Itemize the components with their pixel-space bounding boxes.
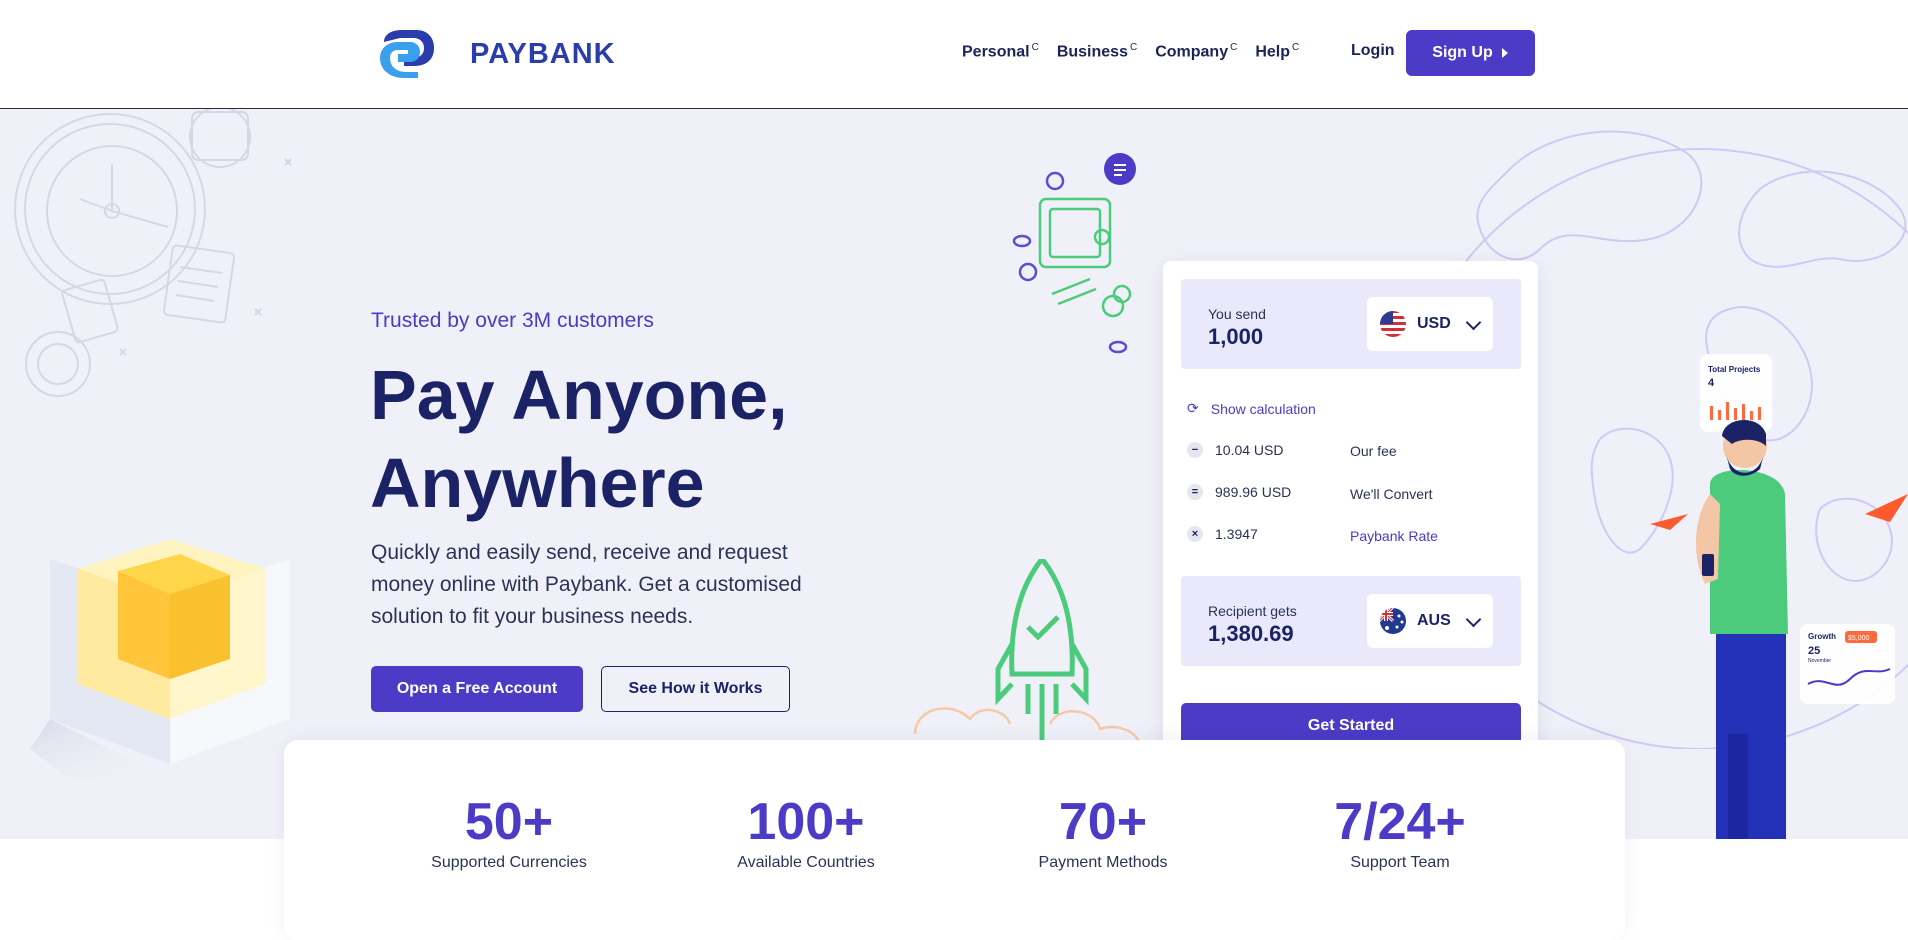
rate-value: 1.3947 <box>1215 526 1258 542</box>
fee-row: − 10.04 USD <box>1187 442 1283 458</box>
nav-label: Company <box>1155 43 1229 61</box>
hero-headline: Pay Anyone, Anywhere <box>370 351 788 527</box>
send-label: You send <box>1208 306 1266 322</box>
stat-supported-currencies: 50+ Supported Currencies <box>389 792 629 872</box>
rate-row: × 1.3947 <box>1187 526 1258 542</box>
receive-label: Recipient gets <box>1208 603 1297 619</box>
trust-eyebrow: Trusted by over 3M customers <box>371 309 654 332</box>
person-illustration: Total Projects 4 Growth 25 November $5,0… <box>1650 354 1908 839</box>
convert-row: = 989.96 USD <box>1187 484 1291 500</box>
chevron-down-icon: C <box>1292 42 1300 53</box>
stat-support-team: 7/24+ Support Team <box>1280 792 1520 872</box>
stat-value: 50+ <box>464 793 554 851</box>
send-currency-code: USD <box>1417 315 1451 332</box>
stat-label: Payment Methods <box>1038 854 1168 871</box>
signup-button[interactable]: Sign Up <box>1406 30 1535 76</box>
send-currency-select[interactable]: USD <box>1367 297 1493 351</box>
chevron-down-icon: C <box>1031 42 1039 53</box>
open-account-button[interactable]: Open a Free Account <box>371 666 583 712</box>
nav-item-company[interactable]: Company C <box>1155 42 1237 61</box>
stat-payment-methods: 70+ Payment Methods <box>983 792 1223 872</box>
send-amount-box: You send 1,000 USD <box>1181 279 1521 369</box>
site-header: PAYBANK Personal C Business C Company C Hel… <box>0 0 1908 109</box>
logo[interactable]: PAYBANK <box>378 28 616 80</box>
clock-illustration <box>14 109 292 397</box>
chevron-down-icon <box>1465 314 1482 331</box>
currency-converter-card: You send 1,000 USD ⟳ Show calculation − … <box>1163 261 1538 768</box>
stat-label: Available Countries <box>737 854 875 871</box>
nav-item-personal[interactable]: Personal C <box>962 42 1039 61</box>
nav-item-business[interactable]: Business C <box>1057 42 1137 61</box>
login-link[interactable]: Login <box>1351 42 1395 60</box>
rate-label: Paybank Rate <box>1350 528 1438 544</box>
brand-name: PAYBANK <box>470 37 616 70</box>
stat-value: 100+ <box>747 793 865 851</box>
nav-label: Help <box>1255 43 1291 61</box>
nav-label: Business <box>1056 43 1128 61</box>
fee-value: 10.04 USD <box>1215 442 1284 458</box>
minus-icon: − <box>1187 442 1203 458</box>
equals-icon: = <box>1187 484 1203 500</box>
receive-currency-select[interactable]: AUS <box>1367 594 1493 648</box>
headline-line-2: Anywhere <box>370 444 705 522</box>
rocket-illustration <box>913 559 1142 749</box>
show-calculation-label: Show calculation <box>1210 400 1316 417</box>
chevron-down-icon: C <box>1129 42 1138 53</box>
stat-value: 70+ <box>1058 793 1148 851</box>
cube-illustration <box>30 519 290 779</box>
send-amount-input[interactable]: 1,000 <box>1208 324 1263 350</box>
receive-amount-value: 1,380.69 <box>1208 621 1294 646</box>
receive-currency-code: AUS <box>1417 612 1451 629</box>
total-projects-title: Total Projects <box>1708 365 1761 374</box>
stats-panel: 50+ Supported Currencies 100+ Available … <box>284 740 1625 940</box>
growth-badge: $5,000 <box>1848 635 1870 642</box>
chevron-down-icon <box>1465 611 1482 628</box>
nav-item-help[interactable]: Help C <box>1255 42 1299 61</box>
chevron-down-icon: C <box>1230 42 1238 53</box>
fee-label: Our fee <box>1350 443 1397 459</box>
growth-month: November <box>1808 658 1831 664</box>
total-projects-value: 4 <box>1708 377 1715 389</box>
stat-value: 7/24+ <box>1334 793 1466 851</box>
receive-amount-box: Recipient gets 1,380.69 AUS <box>1181 576 1521 666</box>
see-how-it-works-button[interactable]: See How it Works <box>601 666 790 712</box>
au-flag-icon <box>1380 608 1406 634</box>
convert-label: We'll Convert <box>1350 486 1433 502</box>
stat-label: Support Team <box>1350 854 1450 871</box>
hero-section: Total Projects 4 Growth 25 November $5,0… <box>0 109 1908 839</box>
signup-label: Sign Up <box>1432 44 1493 61</box>
multiply-icon: × <box>1187 526 1203 542</box>
show-calculation-link[interactable]: ⟳ Show calculation <box>1187 400 1316 417</box>
growth-value: 25 <box>1808 645 1820 657</box>
main-nav: Personal C Business C Company C Help C <box>962 42 1299 61</box>
us-flag-icon <box>1380 311 1406 337</box>
hero-description: Quickly and easily send, receive and req… <box>371 541 802 628</box>
wallet-illustration <box>1012 153 1136 354</box>
convert-value: 989.96 USD <box>1215 484 1292 500</box>
headline-line-1: Pay Anyone, <box>370 356 788 434</box>
nav-label: Personal <box>962 43 1030 61</box>
stat-available-countries: 100+ Available Countries <box>686 792 926 872</box>
paybank-logo-icon <box>380 30 434 78</box>
caret-right-icon <box>1501 48 1508 58</box>
growth-title: Growth <box>1808 632 1836 641</box>
stat-label: Supported Currencies <box>431 854 587 871</box>
refresh-icon: ⟳ <box>1187 400 1199 416</box>
